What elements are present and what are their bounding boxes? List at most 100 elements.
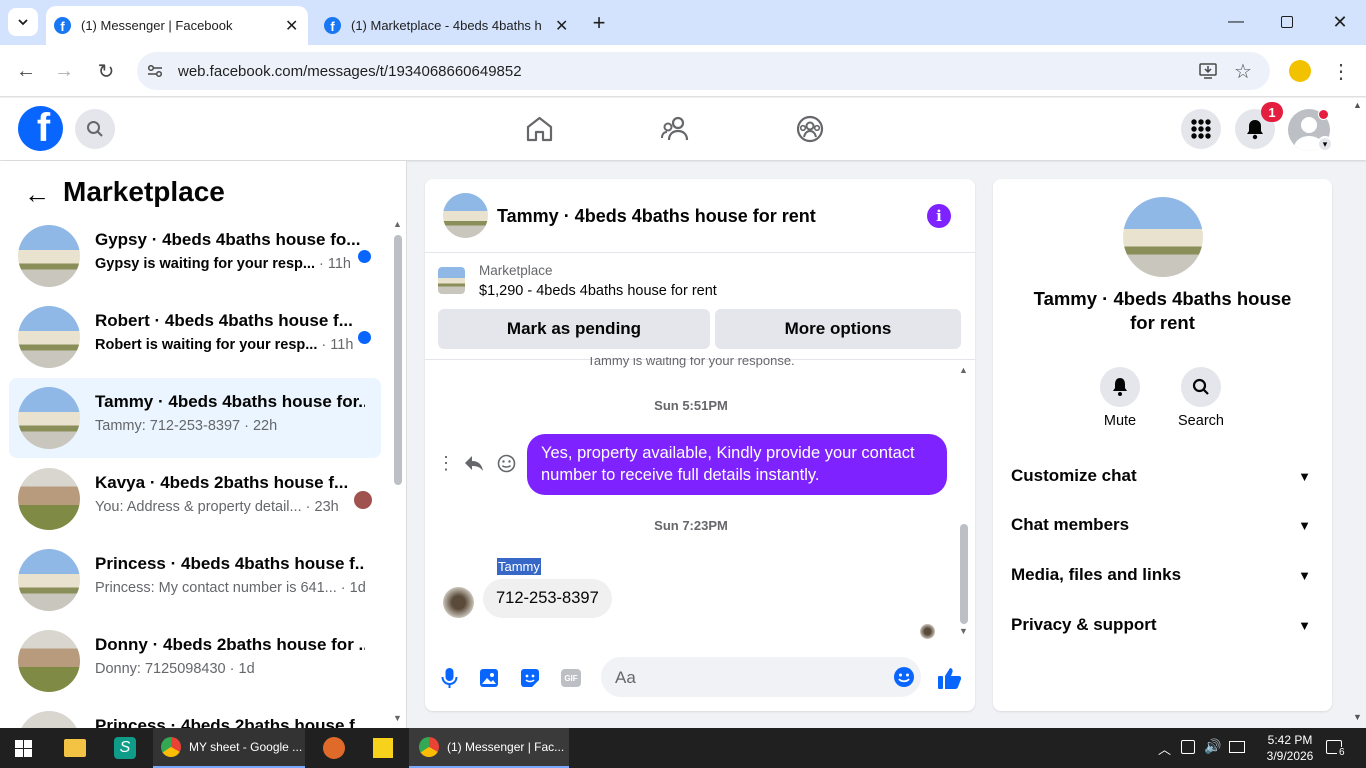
listing-title[interactable]: $1,290 - 4beds 4baths house for rent bbox=[479, 283, 717, 299]
emoji-icon[interactable] bbox=[893, 666, 915, 688]
browser-tab-marketplace[interactable]: f (1) Marketplace - 4beds 4baths ho ✕ bbox=[316, 6, 578, 45]
home-icon[interactable] bbox=[526, 116, 553, 142]
mute-label: Mute bbox=[1103, 413, 1137, 429]
conversation-item-selected[interactable]: Tammy · 4beds 4baths house for... Tammy:… bbox=[9, 378, 381, 458]
app-s-icon[interactable]: S bbox=[114, 737, 136, 759]
address-bar[interactable]: web.facebook.com/messages/t/193406866064… bbox=[137, 52, 1270, 90]
minimize-button[interactable]: — bbox=[1224, 10, 1248, 34]
sticky-notes-icon[interactable] bbox=[373, 738, 393, 758]
section-label: Chat members bbox=[1011, 515, 1130, 534]
search-button[interactable] bbox=[75, 109, 115, 149]
close-tab-icon[interactable]: ✕ bbox=[555, 16, 568, 36]
menu-button[interactable] bbox=[1181, 109, 1221, 149]
groups-icon[interactable] bbox=[796, 115, 824, 143]
mute-button[interactable] bbox=[1100, 367, 1140, 407]
reply-icon[interactable] bbox=[464, 454, 484, 472]
display-icon[interactable] bbox=[1229, 741, 1245, 753]
scroll-up-arrow[interactable]: ▲ bbox=[393, 219, 402, 231]
preview-text: Princess: My contact number is 641... bbox=[95, 580, 337, 596]
system-clock[interactable]: 5:42 PM 3/9/2026 bbox=[1258, 732, 1322, 764]
browser-tab-bar: f (1) Messenger | Facebook ✕ f (1) Marke… bbox=[0, 0, 1366, 45]
conversation-title: Kavya · 4beds 2baths house f... bbox=[95, 473, 349, 492]
details-avatar[interactable] bbox=[1123, 197, 1203, 277]
conversation-item[interactable]: Princess · 4beds 4baths house f... Princ… bbox=[9, 540, 381, 620]
media-files-links-section[interactable]: Media, files and links ▼ bbox=[1011, 565, 1311, 585]
volume-icon[interactable]: 🔊 bbox=[1204, 738, 1221, 755]
friends-icon[interactable] bbox=[661, 116, 689, 142]
mark-as-pending-button[interactable]: Mark as pending bbox=[438, 309, 710, 349]
page-scroll-up-arrow[interactable]: ▲ bbox=[1353, 100, 1362, 110]
file-explorer-icon[interactable] bbox=[64, 739, 86, 757]
scrollbar-thumb[interactable] bbox=[394, 235, 402, 485]
microphone-icon[interactable] bbox=[441, 667, 458, 689]
scroll-up-arrow[interactable]: ▲ bbox=[959, 365, 968, 375]
conversation-title: Gypsy · 4beds 4baths house fo... bbox=[95, 230, 361, 249]
browser-menu-icon[interactable]: ⋮ bbox=[1330, 58, 1352, 84]
facebook-logo[interactable]: f bbox=[18, 106, 63, 151]
reload-button[interactable]: ↻ bbox=[94, 59, 118, 83]
chevron-down-icon bbox=[18, 19, 28, 26]
more-options-button[interactable]: More options bbox=[715, 309, 961, 349]
sender-avatar[interactable] bbox=[443, 587, 474, 618]
new-tab-button[interactable]: + bbox=[588, 10, 610, 35]
preview-time: · 1d bbox=[340, 580, 366, 596]
bookmark-star-icon[interactable]: ☆ bbox=[1234, 59, 1252, 84]
taskbar-item-google-sheets[interactable]: MY sheet - Google ... bbox=[153, 728, 305, 768]
site-info-icon[interactable] bbox=[147, 64, 163, 78]
clock-date: 3/9/2026 bbox=[1266, 749, 1314, 763]
gif-icon[interactable]: GIF bbox=[561, 669, 581, 687]
chat-title[interactable]: Tammy · 4beds 4baths house for rent bbox=[497, 206, 816, 227]
taskbar-item-messenger[interactable]: (1) Messenger | Fac... bbox=[409, 728, 569, 768]
listing-thumbnail[interactable] bbox=[438, 267, 465, 294]
chat-members-section[interactable]: Chat members ▼ bbox=[1011, 515, 1311, 535]
more-actions-icon[interactable]: ⋮ bbox=[437, 453, 455, 474]
conversation-item[interactable]: Robert · 4beds 4baths house f... Robert … bbox=[9, 297, 381, 377]
profile-extension-icon[interactable] bbox=[1289, 60, 1311, 82]
preview-text: You: Address & property detail... bbox=[95, 499, 302, 515]
thumbs-up-icon[interactable] bbox=[937, 666, 962, 690]
browser-tab-messenger[interactable]: f (1) Messenger | Facebook ✕ bbox=[46, 6, 308, 45]
windows-start-icon[interactable] bbox=[15, 740, 32, 757]
bell-icon bbox=[1113, 378, 1127, 396]
chevron-down-icon[interactable]: ▾ bbox=[1317, 136, 1333, 152]
scroll-down-arrow[interactable]: ▼ bbox=[959, 626, 968, 636]
scroll-down-arrow[interactable]: ▼ bbox=[393, 713, 402, 725]
back-arrow-icon[interactable]: ← bbox=[24, 179, 50, 210]
search-conversation-button[interactable] bbox=[1181, 367, 1221, 407]
outgoing-message-bubble[interactable]: Yes, property available, Kindly provide … bbox=[527, 434, 947, 495]
show-hidden-icons[interactable]: ︿ bbox=[1158, 739, 1171, 758]
photo-icon[interactable] bbox=[479, 668, 499, 688]
message-input[interactable]: Aa bbox=[601, 657, 921, 697]
chat-avatar[interactable] bbox=[443, 193, 488, 238]
close-window-button[interactable]: ✕ bbox=[1328, 10, 1352, 34]
conversation-item[interactable]: Donny · 4beds 2baths house for ... Donny… bbox=[9, 621, 381, 701]
app-pinned-icon[interactable] bbox=[323, 737, 345, 759]
back-button[interactable]: ← bbox=[14, 59, 38, 83]
privacy-support-section[interactable]: Privacy & support ▼ bbox=[1011, 615, 1311, 635]
close-tab-icon[interactable]: ✕ bbox=[285, 16, 298, 36]
conversation-title: Robert · 4beds 4baths house f... bbox=[95, 311, 353, 330]
facebook-header: f 1 ▾ bbox=[0, 98, 1366, 160]
sticker-icon[interactable] bbox=[520, 668, 540, 688]
page-scroll-down-arrow[interactable]: ▼ bbox=[1353, 712, 1362, 722]
react-emoji-icon[interactable] bbox=[497, 454, 516, 473]
info-icon[interactable]: i bbox=[927, 204, 951, 228]
network-device-icon[interactable] bbox=[1181, 740, 1195, 754]
conversation-list-panel: ← Marketplace Gypsy · 4beds 4baths house… bbox=[0, 161, 407, 728]
maximize-button[interactable] bbox=[1281, 16, 1293, 28]
url-text[interactable]: web.facebook.com/messages/t/193406866064… bbox=[178, 63, 522, 80]
avatar bbox=[18, 387, 80, 449]
install-app-icon[interactable] bbox=[1199, 62, 1217, 80]
section-label: Privacy & support bbox=[1011, 615, 1157, 634]
conversation-preview: Robert is waiting for your resp... · 11h bbox=[95, 337, 353, 353]
conversation-item[interactable]: Gypsy · 4beds 4baths house fo... Gypsy i… bbox=[9, 216, 381, 296]
forward-button[interactable]: → bbox=[52, 59, 76, 83]
chevron-down-icon: ▼ bbox=[1298, 617, 1311, 633]
listing-card: Marketplace $1,290 - 4beds 4baths house … bbox=[425, 254, 975, 360]
conversation-item[interactable]: Kavya · 4beds 2baths house f... You: Add… bbox=[9, 459, 381, 539]
conversation-item[interactable]: Princess · 4beds 2baths house f... bbox=[9, 702, 381, 728]
scrollbar-thumb[interactable] bbox=[960, 524, 968, 624]
incoming-message-bubble[interactable]: 712-253-8397 bbox=[483, 579, 612, 618]
customize-chat-section[interactable]: Customize chat ▼ bbox=[1011, 466, 1311, 486]
tab-search-button[interactable] bbox=[8, 8, 38, 36]
